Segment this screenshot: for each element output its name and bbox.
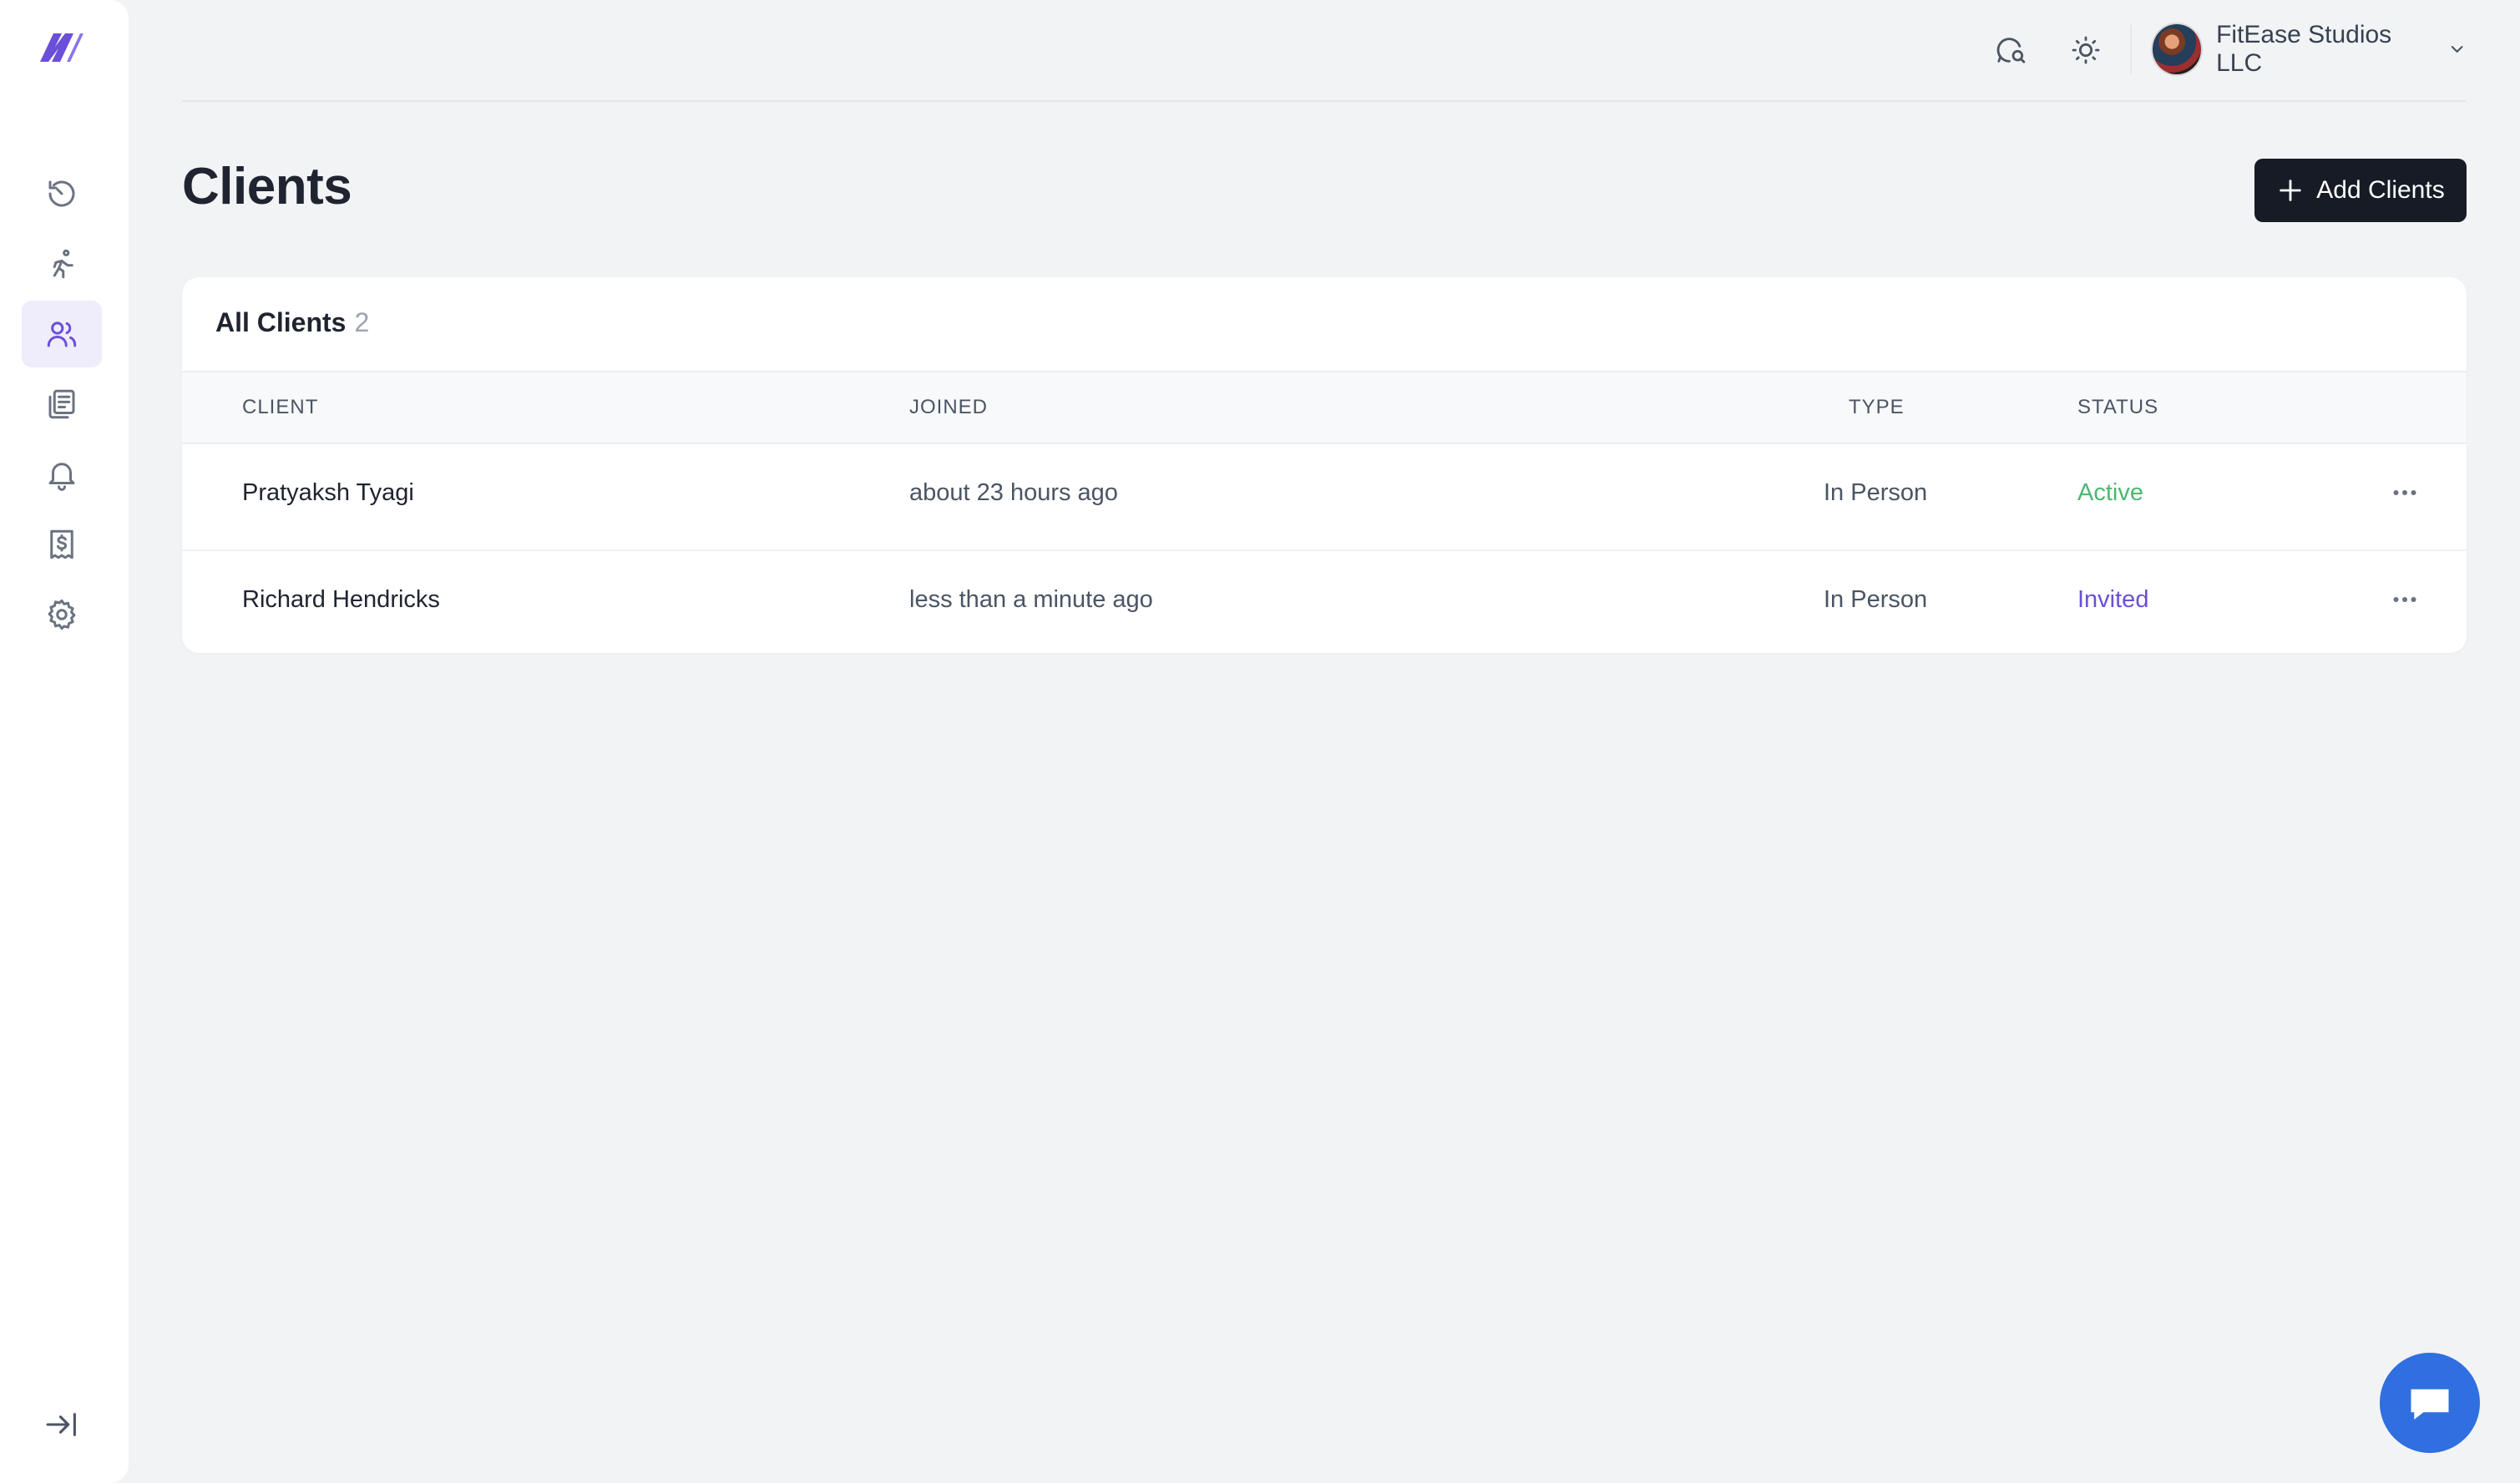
status-badge: Invited	[2077, 586, 2149, 613]
client-name[interactable]: Richard Hendricks	[242, 586, 440, 614]
table-title: All Clients 2	[215, 307, 369, 338]
table-row[interactable]: Pratyaksh Tyagi about 23 hours ago In Pe…	[182, 444, 2467, 549]
topbar: FitEase Studios LLC	[182, 0, 2467, 102]
receipt-dollar-icon	[50, 529, 73, 559]
table-title-text: All Clients	[215, 307, 347, 337]
row-actions-button[interactable]	[2386, 581, 2423, 618]
plus-icon	[2280, 180, 2302, 201]
table-count: 2	[354, 307, 370, 337]
sidebar-item-notifications[interactable]	[22, 441, 102, 508]
client-type: In Person	[1824, 479, 1928, 506]
column-header-client[interactable]: CLIENT	[242, 396, 318, 419]
org-switcher[interactable]: FitEase Studios LLC	[2151, 21, 2467, 77]
sidebar-item-clients[interactable]	[22, 301, 102, 367]
brand-logo-icon[interactable]	[37, 28, 85, 65]
collapse-sidebar-button[interactable]	[40, 1406, 83, 1443]
topbar-divider	[2130, 25, 2132, 73]
joined-time: less than a minute ago	[909, 586, 1153, 613]
column-header-joined[interactable]: JOINED	[909, 396, 988, 419]
page-title: Clients	[182, 158, 352, 215]
more-horizontal-icon	[2393, 490, 2416, 495]
sidebar-item-dashboard[interactable]	[22, 160, 102, 227]
chevron-down-icon	[2451, 46, 2463, 53]
org-name: FitEase Studios LLC	[2216, 21, 2392, 77]
documents-icon	[48, 389, 75, 419]
search-chat-icon	[1996, 38, 2026, 63]
avatar	[2151, 23, 2204, 76]
joined-time: about 23 hours ago	[909, 479, 1118, 506]
add-clients-label: Add Clients	[2316, 176, 2445, 204]
sidebar-item-workouts[interactable]	[22, 230, 102, 297]
bell-icon	[48, 463, 75, 491]
sidebar-item-settings[interactable]	[22, 581, 102, 648]
client-name[interactable]: Pratyaksh Tyagi	[242, 479, 414, 507]
runner-icon	[53, 249, 73, 279]
column-header-type[interactable]: TYPE	[1849, 396, 1905, 419]
table-header: CLIENT JOINED TYPE STATUS	[182, 371, 2467, 444]
chat-bubble-icon	[2411, 1389, 2449, 1420]
collapse-sidebar-icon	[46, 1413, 76, 1436]
sidebar	[0, 0, 129, 1483]
history-icon	[48, 180, 75, 207]
gear-icon	[48, 599, 76, 630]
sidebar-item-billing[interactable]	[22, 511, 102, 578]
client-type: In Person	[1824, 586, 1928, 613]
table-row[interactable]: Richard Hendricks less than a minute ago…	[182, 549, 2467, 653]
more-horizontal-icon	[2393, 597, 2416, 602]
add-clients-button[interactable]: Add Clients	[2254, 159, 2467, 222]
users-icon	[47, 321, 77, 347]
status-badge: Active	[2077, 479, 2143, 506]
search-chat-button[interactable]	[1991, 30, 2031, 70]
row-actions-button[interactable]	[2386, 474, 2423, 511]
column-header-status[interactable]: STATUS	[2077, 396, 2158, 419]
chat-button[interactable]	[2380, 1353, 2480, 1453]
sun-icon	[2072, 36, 2100, 64]
theme-toggle-button[interactable]	[2066, 30, 2106, 70]
sidebar-item-library[interactable]	[22, 371, 102, 438]
clients-table-card: All Clients 2 CLIENT JOINED TYPE STATUS P…	[182, 277, 2467, 653]
